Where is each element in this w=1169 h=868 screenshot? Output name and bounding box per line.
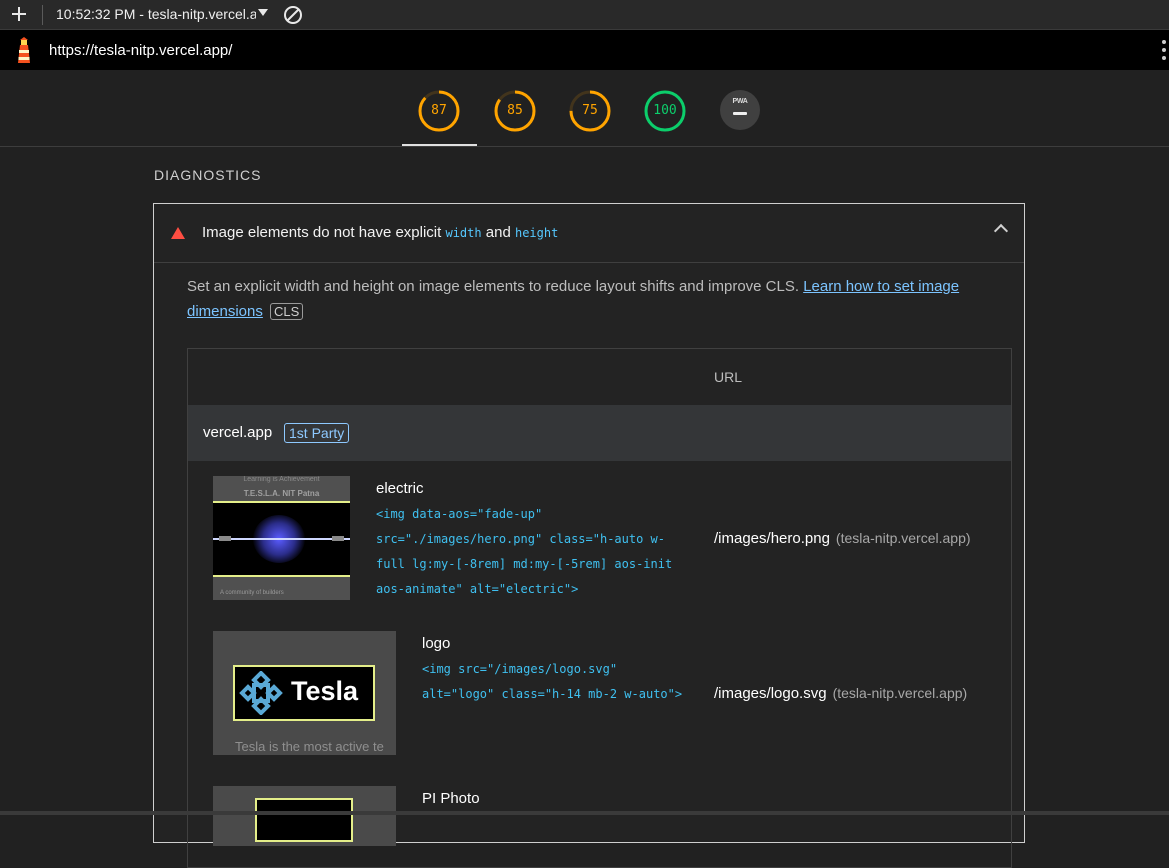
gauge-value: 100 [653,103,677,118]
thumb-bottom-text: A community of builders [220,590,284,596]
resource-origin: (tesla-nitp.vercel.app) [832,685,968,701]
audit-title-text: Image elements do not have explicit [202,224,446,241]
audited-url[interactable]: https://tesla-nitp.vercel.app/ [49,42,232,59]
element-screenshot-thumbnail[interactable] [213,786,396,846]
tesla-logo-icon [239,671,283,715]
element-screenshot-thumbnail[interactable]: Learning is Achievement T.E.S.L.A. NIT P… [213,476,350,600]
thumb-brand: Tesla [291,676,359,706]
node-label: PI Photo [422,790,480,807]
node-label: logo [422,635,451,652]
entity-name: vercel.app [203,424,273,441]
entity-group-row: vercel.app 1st Party [188,405,1011,461]
best-practices-gauge[interactable]: 75 [569,90,611,132]
more-vert-icon[interactable] [1162,40,1168,62]
pwa-label: PWA [732,98,748,105]
plus-icon[interactable] [8,3,30,25]
table-row: PI Photo [188,771,1011,846]
audit-description: Set an explicit width and height on imag… [187,274,987,324]
url-cell[interactable]: /images/hero.png (tesla-nitp.vercel.app) [714,530,971,547]
resource-url: /images/hero.png [714,530,830,547]
audit-title: Image elements do not have explicit widt… [202,224,558,241]
table-header: URL [188,349,1011,406]
chevron-up-icon[interactable] [993,223,1009,239]
url-column-header: URL [714,369,743,385]
bottom-scrollbar-track[interactable] [0,811,1169,815]
table-row: Tesla Tesla is the most active te logo <… [188,616,1011,771]
caret-down-icon[interactable] [258,9,268,16]
seo-gauge[interactable]: 100 [644,90,686,132]
report-selector[interactable]: 10:52:32 PM - tesla-nitp.vercel.app [56,6,256,22]
pwa-na-indicator [733,112,747,115]
thumb-title: T.E.S.L.A. NIT Patna [243,489,320,498]
thumb-logo-image: Tesla [233,665,375,721]
node-label: electric [376,480,424,497]
resource-url: /images/logo.svg [714,685,827,702]
warning-triangle-icon [171,227,185,239]
audit-title-code-height: height [514,226,559,240]
resource-origin: (tesla-nitp.vercel.app) [835,530,971,546]
audit-details-table: URL vercel.app 1st Party Learning is Ach… [187,348,1012,868]
report-url-bar: https://tesla-nitp.vercel.app/ [0,30,1169,70]
table-row: Learning is Achievement T.E.S.L.A. NIT P… [188,461,1011,616]
url-cell[interactable]: /images/logo.svg (tesla-nitp.vercel.app) [714,685,967,702]
performance-gauge[interactable]: 87 [418,90,460,132]
audit-description-text: Set an explicit width and height on imag… [187,278,804,295]
score-gauges: 87 85 75 100 PWA [0,70,1169,147]
node-snippet: <img src="/images/logo.svg" alt="logo" c… [422,662,683,701]
element-screenshot-thumbnail[interactable]: Tesla Tesla is the most active te [213,631,396,755]
thumb-top-text: Learning is Achievement [243,476,320,483]
toolbar-divider [42,5,43,25]
accessibility-gauge[interactable]: 85 [494,90,536,132]
gauge-value: 75 [582,103,598,118]
thumb-hero-image [213,501,350,577]
audit-title-code-width: width [445,226,482,240]
thumb-caption: Tesla is the most active te [235,739,384,754]
node-snippet: <img data-aos="fade-up" src="./images/he… [376,507,673,596]
pwa-gauge[interactable]: PWA [720,90,760,130]
audit-header[interactable]: Image elements do not have explicit widt… [154,204,1024,263]
cls-badge: CLS [270,303,304,320]
audit-title-and: and [481,224,515,241]
lighthouse-icon [18,37,30,63]
block-icon[interactable] [283,5,303,25]
top-toolbar: 10:52:32 PM - tesla-nitp.vercel.app [0,0,1169,30]
active-gauge-indicator [402,144,477,146]
audit-unsized-images: Image elements do not have explicit widt… [153,203,1025,868]
first-party-badge: 1st Party [284,423,350,443]
diagnostics-heading: DIAGNOSTICS [154,167,262,183]
gauge-value: 85 [507,103,523,118]
gauge-value: 87 [431,103,447,118]
